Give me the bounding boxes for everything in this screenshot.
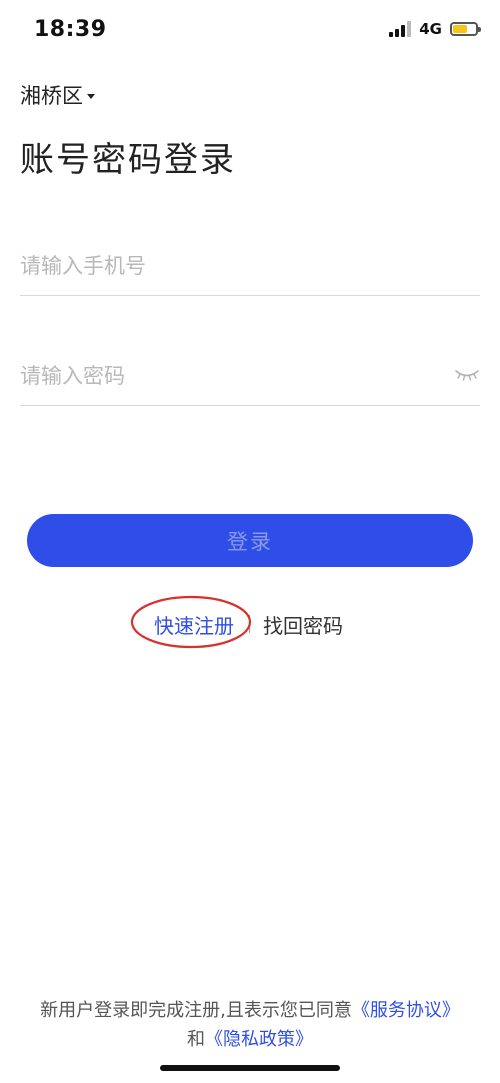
- phone-field: [20, 236, 480, 296]
- battery-icon: [450, 22, 481, 36]
- home-indicator[interactable]: [160, 1065, 340, 1071]
- annotation-circle: [130, 595, 252, 649]
- caret-down-icon: [87, 93, 95, 99]
- agreement-joiner: 和: [187, 1029, 205, 1050]
- service-agreement-link[interactable]: 《服务协议》: [352, 1000, 460, 1021]
- password-field: [20, 346, 480, 406]
- cellular-signal-icon: [389, 21, 412, 37]
- network-type: 4G: [419, 20, 442, 38]
- login-button[interactable]: 登录: [27, 514, 473, 567]
- status-bar: 18:39 4G: [0, 0, 500, 60]
- page-title: 账号密码登录: [20, 140, 236, 180]
- status-indicators: 4G: [389, 20, 481, 38]
- agreement-text: 新用户登录即完成注册,且表示您已同意《服务协议》 和《隐私政策》: [40, 996, 460, 1054]
- status-time: 18:39: [34, 17, 107, 42]
- password-input[interactable]: [20, 346, 420, 405]
- phone-input[interactable]: [20, 236, 420, 295]
- privacy-policy-link[interactable]: 《隐私政策》: [205, 1029, 313, 1050]
- eye-closed-icon[interactable]: [454, 364, 480, 384]
- login-screen: 18:39 4G 湘桥区 账号密码登录 登录 快速注册: [0, 0, 500, 1083]
- region-selector[interactable]: 湘桥区: [20, 80, 95, 110]
- agreement-prefix: 新用户登录即完成注册,且表示您已同意: [40, 1000, 352, 1021]
- find-password-link[interactable]: 找回密码: [263, 610, 343, 639]
- region-label: 湘桥区: [20, 84, 83, 108]
